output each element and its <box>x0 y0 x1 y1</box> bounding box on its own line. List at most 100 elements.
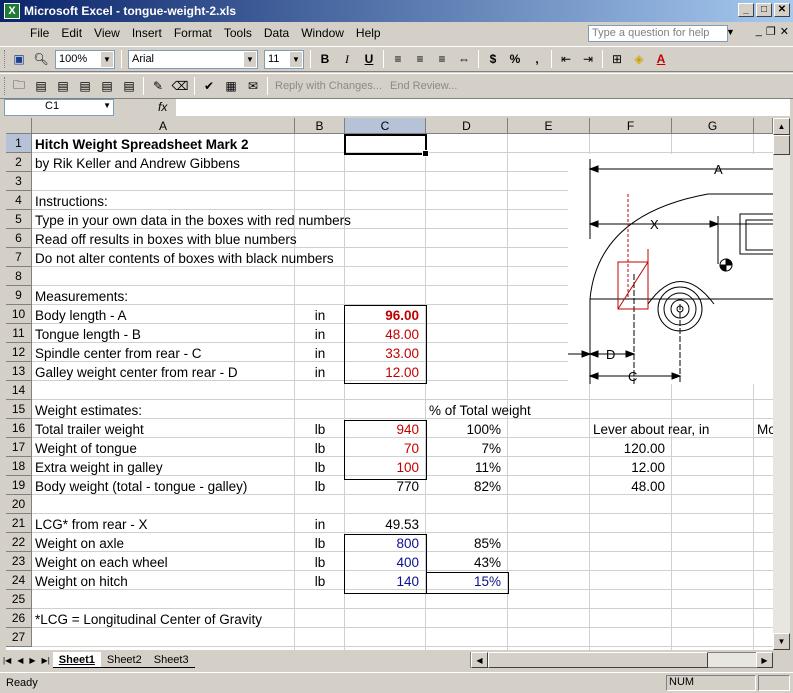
cell-a9[interactable]: Measurements: <box>33 287 130 306</box>
cell-b13[interactable]: in <box>295 363 345 382</box>
align-right-icon[interactable]: ≡ <box>433 50 451 68</box>
ask-question-input[interactable]: Type a question for help <box>588 25 728 42</box>
row-header[interactable]: 7 <box>6 248 32 267</box>
next-sheet-icon[interactable]: ▶ <box>29 656 35 665</box>
comma-button[interactable]: , <box>528 50 546 68</box>
row-header[interactable]: 5 <box>6 210 32 229</box>
row-header[interactable]: 24 <box>6 571 32 590</box>
cell-c23[interactable]: 400 <box>345 553 426 572</box>
merge-center-icon[interactable]: ⇔ <box>455 50 473 68</box>
row-header[interactable]: 10 <box>6 305 32 324</box>
scroll-thumb[interactable] <box>773 135 790 155</box>
close-button[interactable]: ✕ <box>774 3 790 17</box>
cell-a26[interactable]: *LCG = Longitudinal Center of Gravity <box>33 610 264 629</box>
menu-view[interactable]: View <box>88 26 126 40</box>
cell-f18[interactable]: 12.00 <box>590 458 672 477</box>
trailer-diagram[interactable]: A X D C <box>568 154 773 384</box>
cell-a7[interactable]: Do not alter contents of boxes with blac… <box>33 249 336 268</box>
maximize-button[interactable]: □ <box>756 3 772 17</box>
cell-a10[interactable]: Body length - A <box>33 306 129 325</box>
cell-a19[interactable]: Body weight (total - tongue - galley) <box>33 477 249 496</box>
font-color-icon[interactable]: A <box>652 50 670 68</box>
print-preview-icon[interactable]: 🔍︎ <box>32 50 50 68</box>
zoom-select[interactable]: 100% ▼ <box>55 49 115 69</box>
column-header-a[interactable]: A <box>32 118 295 134</box>
send-icon[interactable]: ✉ <box>244 77 262 95</box>
doc-close-button[interactable]: ✕ <box>780 25 789 38</box>
cell-a24[interactable]: Weight on hitch <box>33 572 130 591</box>
cell-c24[interactable]: 140 <box>345 572 426 591</box>
row-header[interactable]: 20 <box>6 495 32 514</box>
column-header-e[interactable]: E <box>508 118 590 134</box>
compare-icon[interactable]: ▦ <box>222 77 240 95</box>
worksheet-grid[interactable]: A B C D E F G 1 2 3 4 5 6 7 8 9 10 11 12 13 14 15 16 17 1… <box>6 118 773 650</box>
cell-a4[interactable]: Instructions: <box>33 192 110 211</box>
cell-d15[interactable]: % of Total weight <box>427 401 533 420</box>
scroll-left-icon[interactable]: ◀ <box>471 652 488 668</box>
cell-b16[interactable]: lb <box>295 420 345 439</box>
cell-a12[interactable]: Spindle center from rear - C <box>33 344 204 363</box>
cell-b10[interactable]: in <box>295 306 345 325</box>
minimize-button[interactable]: _ <box>738 3 754 17</box>
borders-icon[interactable]: ⊞ <box>608 50 626 68</box>
cell-c22[interactable]: 800 <box>345 534 426 553</box>
sheet-tab-sheet1[interactable]: Sheet1 <box>52 652 101 668</box>
cell-c10[interactable]: 96.00 <box>345 306 426 325</box>
cell-b21[interactable]: in <box>295 515 345 534</box>
row-header[interactable]: 22 <box>6 533 32 552</box>
cell-a2[interactable]: by Rik Keller and Andrew Gibbens <box>33 154 242 173</box>
scroll-down-icon[interactable]: ▼ <box>773 633 790 650</box>
cell-d23[interactable]: 43% <box>426 553 508 572</box>
cell-c12[interactable]: 33.00 <box>345 344 426 363</box>
align-left-icon[interactable]: ≡ <box>389 50 407 68</box>
row-header[interactable]: 8 <box>6 267 32 286</box>
prev-sheet-icon[interactable]: ◀ <box>17 656 23 665</box>
cell-b23[interactable]: lb <box>295 553 345 572</box>
cell-c19[interactable]: 770 <box>345 477 426 496</box>
menu-edit[interactable]: Edit <box>55 26 88 40</box>
toolbar-grip[interactable] <box>4 77 8 95</box>
cell-b24[interactable]: lb <box>295 572 345 591</box>
cell-b18[interactable]: lb <box>295 458 345 477</box>
row-header[interactable]: 1 <box>6 134 32 153</box>
first-sheet-icon[interactable]: |◀ <box>3 656 11 665</box>
menu-data[interactable]: Data <box>258 26 295 40</box>
cell-b11[interactable]: in <box>295 325 345 344</box>
cell-b19[interactable]: lb <box>295 477 345 496</box>
row-header[interactable]: 23 <box>6 552 32 571</box>
doc-minimize-button[interactable]: _ <box>756 25 762 38</box>
row-header[interactable]: 12 <box>6 343 32 362</box>
review-icon[interactable]: ▤ <box>32 77 50 95</box>
row-header[interactable]: 27 <box>6 628 32 647</box>
row-header[interactable]: 15 <box>6 400 32 419</box>
percent-button[interactable]: % <box>506 50 524 68</box>
cell-d18[interactable]: 11% <box>426 458 508 477</box>
horizontal-scrollbar[interactable]: ◀ ▶ <box>470 652 773 668</box>
align-center-icon[interactable]: ≡ <box>411 50 429 68</box>
row-header[interactable]: 13 <box>6 362 32 381</box>
column-header-h[interactable] <box>754 118 773 134</box>
cell-a11[interactable]: Tongue length - B <box>33 325 143 344</box>
row-header[interactable]: 18 <box>6 457 32 476</box>
review-icon[interactable]: ▤ <box>98 77 116 95</box>
font-select[interactable]: Arial ▼ <box>128 49 258 69</box>
row-header[interactable]: 11 <box>6 324 32 343</box>
cell-f17[interactable]: 120.00 <box>590 439 672 458</box>
column-header-f[interactable]: F <box>590 118 672 134</box>
row-header[interactable]: 9 <box>6 286 32 305</box>
menu-help[interactable]: Help <box>350 26 387 40</box>
row-header[interactable]: 4 <box>6 191 32 210</box>
sheet-tab-sheet2[interactable]: Sheet2 <box>100 652 148 668</box>
cell-c21[interactable]: 49.53 <box>345 515 426 534</box>
sheet-tab-sheet3[interactable]: Sheet3 <box>147 652 195 668</box>
row-header[interactable]: 21 <box>6 514 32 533</box>
row-header[interactable]: 16 <box>6 419 32 438</box>
cell-a15[interactable]: Weight estimates: <box>33 401 144 420</box>
cell-a1[interactable]: Hitch Weight Spreadsheet Mark 2 <box>33 135 251 154</box>
delete-comment-icon[interactable]: ⌫ <box>171 77 189 95</box>
formula-input[interactable] <box>176 99 790 116</box>
scroll-right-icon[interactable]: ▶ <box>756 652 773 668</box>
cell-c17[interactable]: 70 <box>345 439 426 458</box>
column-header-d[interactable]: D <box>426 118 508 134</box>
scroll-up-icon[interactable]: ▲ <box>773 118 790 135</box>
